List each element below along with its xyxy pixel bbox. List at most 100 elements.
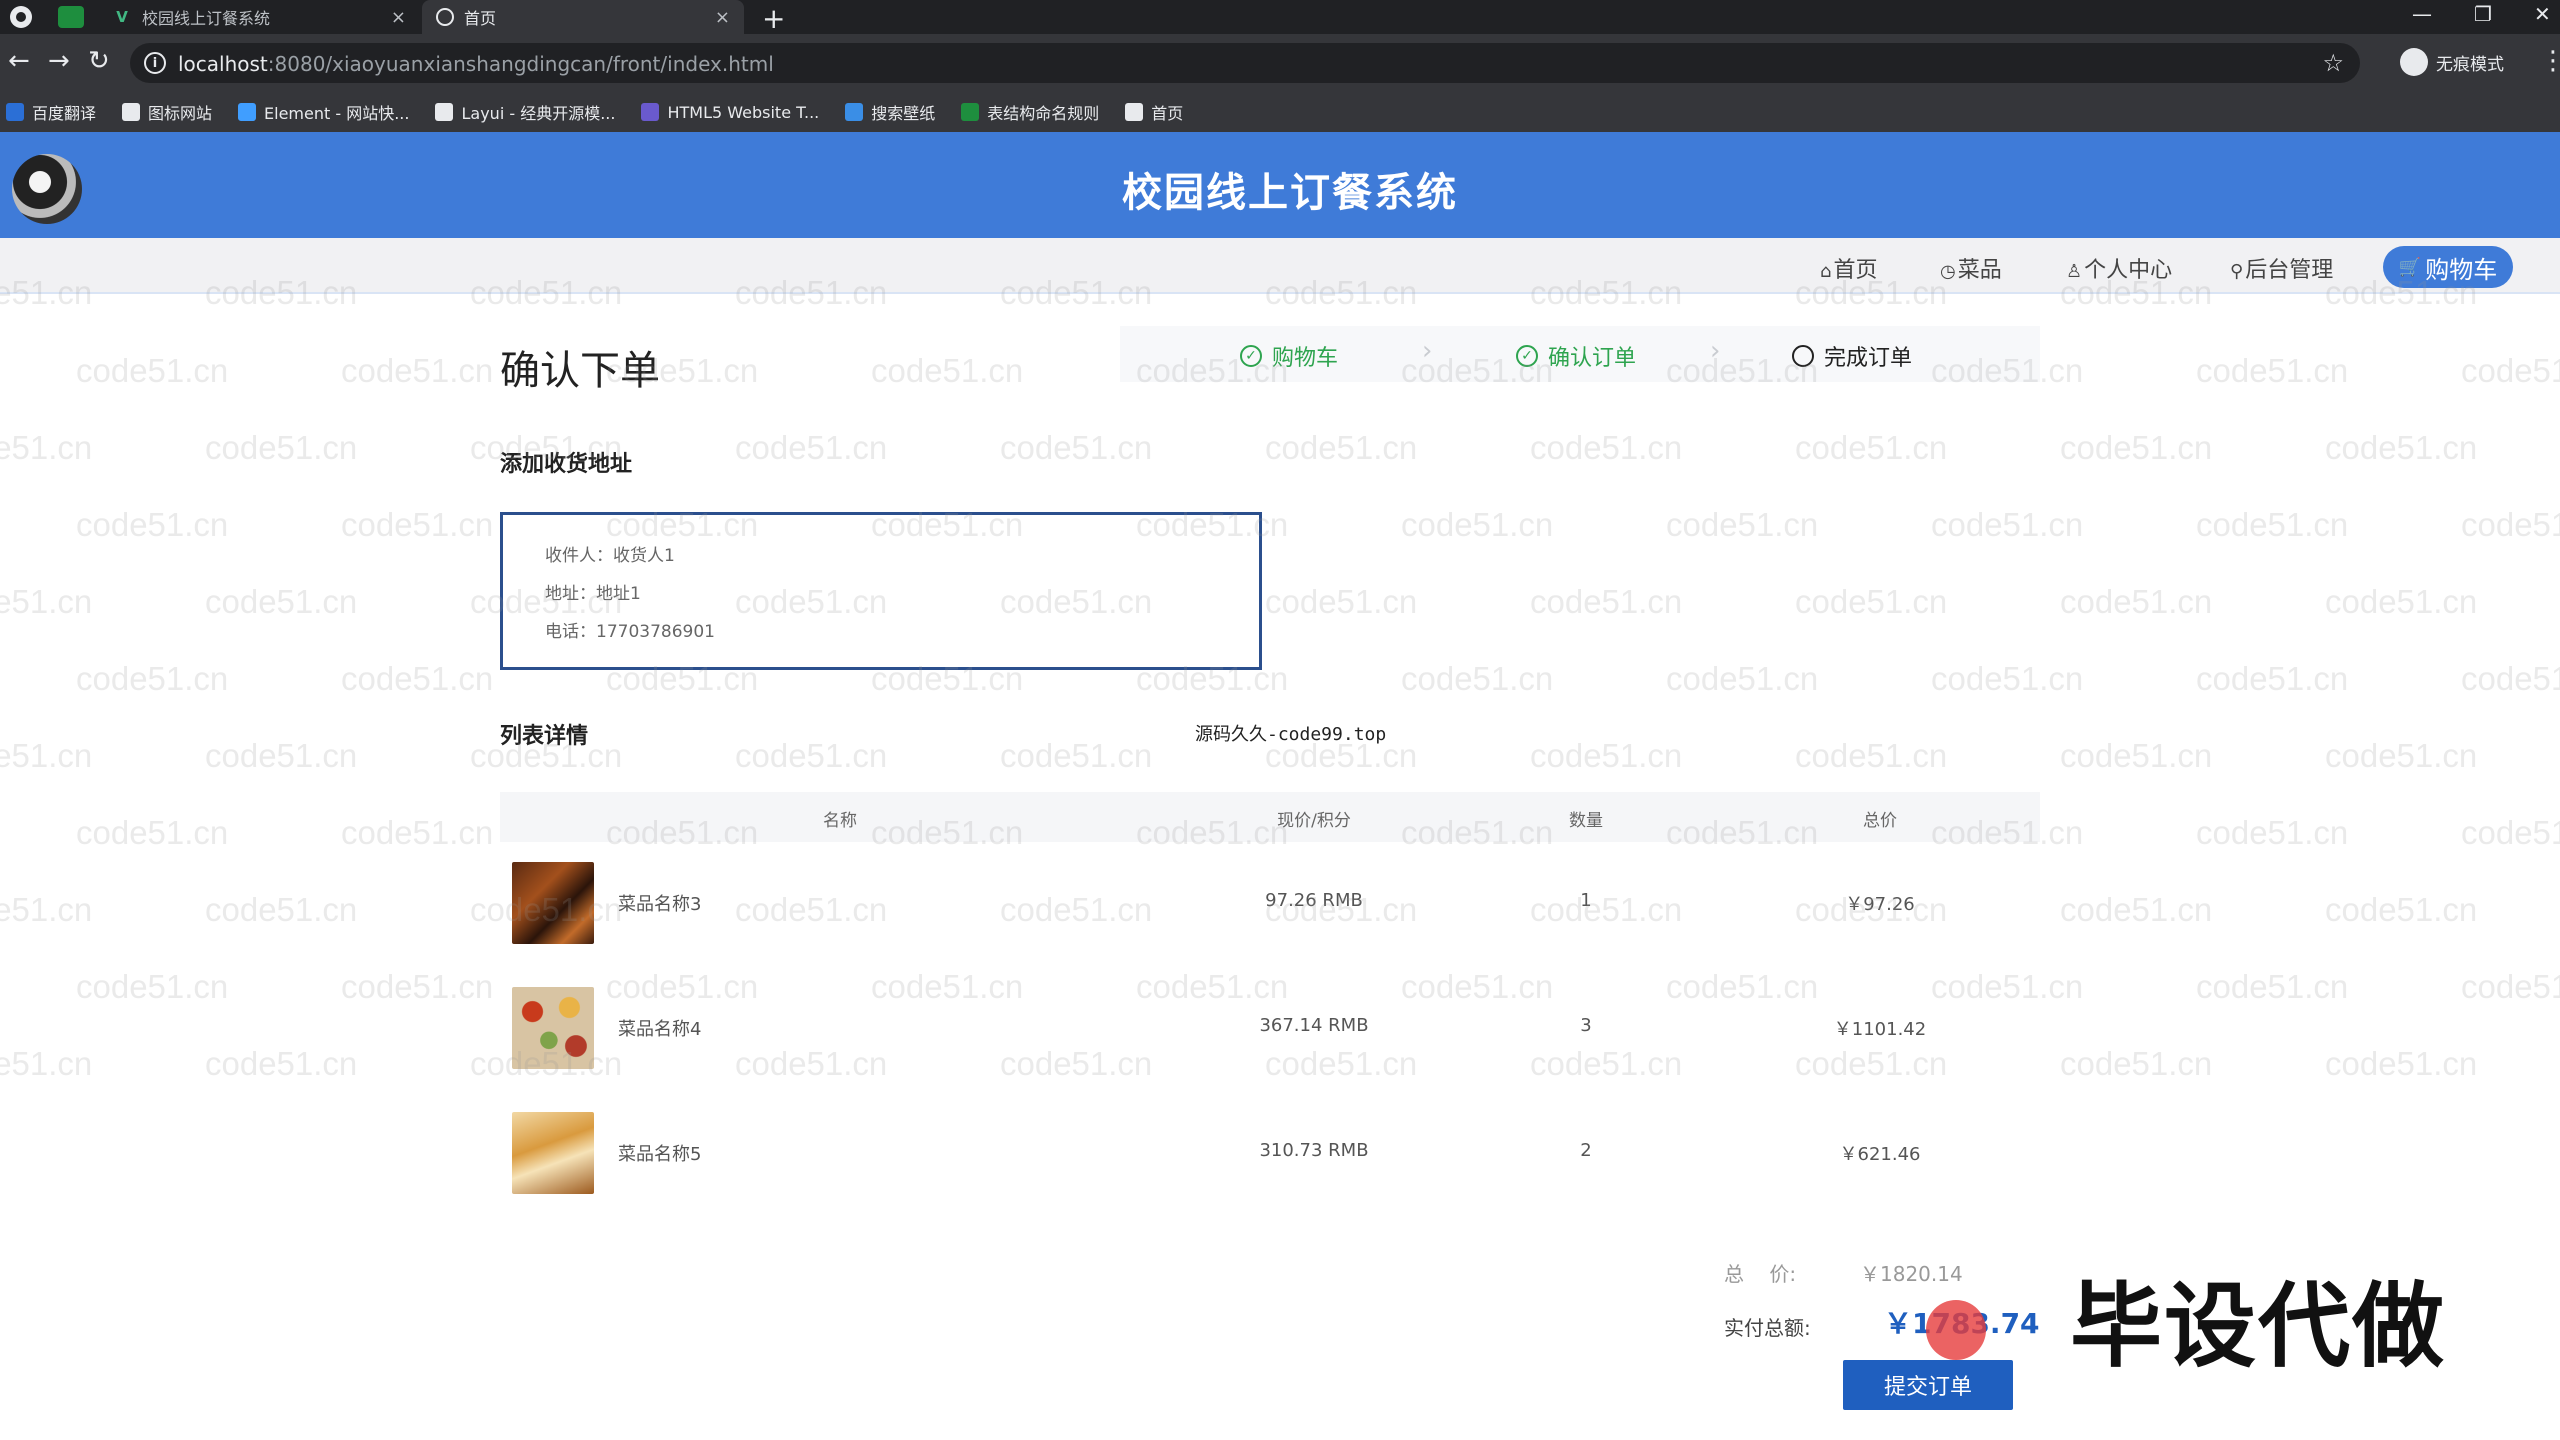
page-title: 确认下单 [500, 348, 660, 394]
site-header: 校园线上订餐系统 [0, 132, 2560, 238]
watermark-text: code51.cn [2060, 1045, 2213, 1082]
watermark-text: code51.cn [76, 968, 229, 1005]
watermark-text: code51.cn [1000, 429, 1153, 466]
cart-icon: 🛒 [2398, 256, 2422, 278]
address-card[interactable]: 收件人：收货人1 地址：地址1 电话：17703786901 [500, 512, 1262, 670]
tab-home[interactable]: 首页 × [422, 0, 744, 34]
watermark-text: code51.cn [2461, 660, 2560, 697]
watermark-text: code51.cn [1265, 583, 1418, 620]
bookmark-item[interactable]: Element - 网站快... [238, 100, 409, 124]
watermark-text: code51.cn [2196, 506, 2349, 543]
order-steps: ✓ 购物车 › ✓ 确认订单 › 完成订单 [1120, 326, 2040, 382]
dish-price: 97.26 RMB [1265, 890, 1363, 911]
dish-image[interactable] [512, 1112, 594, 1194]
site-info-icon[interactable]: i [144, 52, 166, 74]
vue-icon: V [116, 8, 128, 26]
watermark-text: code51.cn [2196, 352, 2349, 389]
watermark-text: code51.cn [76, 660, 229, 697]
watermark-text: code51.cn [2461, 968, 2560, 1005]
nav-dishes[interactable]: ◷菜品 [1940, 252, 2002, 284]
overlay-stamp: 毕设代做 [2070, 1273, 2447, 1380]
incognito-indicator[interactable]: 无痕模式 [2400, 48, 2504, 76]
dish-name: 菜品名称5 [618, 1144, 702, 1165]
bookmark-item[interactable]: HTML5 Website T... [641, 103, 819, 122]
forward-button[interactable]: → [48, 46, 70, 76]
chevron-right-icon: › [1422, 336, 1433, 366]
bookmark-item[interactable]: 首页 [1125, 100, 1183, 124]
submit-order-button[interactable]: 提交订单 [1843, 1360, 2013, 1410]
bookmark-item[interactable]: 搜索壁纸 [845, 100, 935, 124]
reload-button[interactable]: ↻ [88, 46, 110, 76]
cart-label: 购物车 [2425, 255, 2498, 284]
table-header: 名称 现价/积分 数量 总价 [500, 792, 2040, 842]
tab-close-icon[interactable]: × [391, 7, 406, 28]
table-row: 菜品名称3 97.26 RMB 1 ￥97.26 [500, 848, 2040, 958]
bookmark-item[interactable]: Layui - 经典开源模... [435, 100, 615, 124]
page: 校园线上订餐系统 ⌂首页 ◷菜品 ♙个人中心 ⚲后台管理 🛒 购物车 确认下单 … [0, 132, 2560, 1440]
step-confirm-order: ✓ 确认订单 [1516, 340, 1636, 372]
back-button[interactable]: ← [8, 46, 30, 76]
minimize-button[interactable]: — [2412, 2, 2432, 26]
pay-label: 实付总额: [1724, 1316, 1811, 1340]
browser-menu-icon[interactable] [10, 6, 32, 28]
address-phone: 电话：17703786901 [545, 622, 715, 642]
address-receiver: 收件人：收货人1 [545, 546, 675, 566]
column-header: 总价 [1863, 811, 1897, 831]
bookmark-item[interactable]: 表结构命名规则 [961, 100, 1099, 124]
flag-icon [122, 103, 141, 121]
address-heading: 添加收货地址 [500, 452, 633, 477]
bookmark-item[interactable]: 百度翻译 [6, 100, 96, 124]
dish-image[interactable] [512, 862, 594, 944]
watermark-text: code51.cn [205, 1045, 358, 1082]
total-label: 总 价: [1724, 1262, 1797, 1286]
watermark-text: code51.cn [0, 891, 93, 928]
element-icon [238, 103, 257, 121]
mouse-cursor-highlight [1926, 1300, 1986, 1360]
watermark-text: code51.cn [76, 352, 229, 389]
html5-icon [641, 103, 660, 121]
watermark-text: code51.cn [2060, 891, 2213, 928]
url-text: localhost:8080/xiaoyuanxianshangdingcan/… [178, 52, 774, 76]
new-tab-button[interactable]: + [762, 2, 785, 35]
dish-total: ￥97.26 [1845, 894, 1915, 915]
close-window-button[interactable]: ✕ [2534, 2, 2551, 26]
table-row: 菜品名称4 367.14 RMB 3 ￥1101.42 [500, 973, 2040, 1083]
watermark-text: code51.cn [205, 583, 358, 620]
bookmark-item[interactable]: 图标网站 [122, 100, 212, 124]
bookmark-star-icon[interactable]: ☆ [2322, 49, 2344, 77]
browser-menu-button[interactable]: ⋮ [2540, 46, 2560, 76]
nav-personal-center[interactable]: ♙个人中心 [2066, 252, 2172, 284]
table-row: 菜品名称5 310.73 RMB 2 ￥621.46 [500, 1098, 2040, 1208]
total-value: ￥1820.14 [1860, 1262, 1963, 1286]
globe-icon [1125, 103, 1144, 121]
globe-icon [436, 8, 454, 26]
watermark-text: code51.cn [2196, 814, 2349, 851]
watermark-text: code51.cn [2325, 1045, 2478, 1082]
dish-total: ￥621.46 [1839, 1144, 1921, 1165]
bookmark-label: 首页 [1151, 104, 1184, 123]
address-bar: ← → ↻ i localhost:8080/xiaoyuanxianshang… [0, 34, 2560, 92]
dish-price: 367.14 RMB [1259, 1015, 1369, 1036]
bookmark-label: HTML5 Website T... [667, 102, 820, 122]
wallpaper-icon [845, 103, 864, 121]
step-cart: ✓ 购物车 [1240, 340, 1338, 372]
watermark-text: code51.cn [2060, 737, 2213, 774]
browser-tab-bar: V 校园线上订餐系统 × 首页 × + — ❐ ✕ [0, 0, 2560, 35]
tab-close-icon[interactable]: × [715, 7, 730, 28]
url-input[interactable]: i localhost:8080/xiaoyuanxianshangdingca… [130, 43, 2360, 83]
nav-admin[interactable]: ⚲后台管理 [2230, 252, 2333, 284]
user-icon: ♙ [2066, 261, 2083, 282]
dish-icon: ◷ [1940, 261, 1956, 282]
dish-image[interactable] [512, 987, 594, 1069]
nav-home[interactable]: ⌂首页 [1820, 252, 1877, 284]
check-circle-icon: ✓ [1240, 345, 1262, 367]
pinned-tab-icon[interactable] [58, 6, 84, 28]
tab-ordering-system[interactable]: V 校园线上订餐系统 × [98, 0, 420, 34]
restore-button[interactable]: ❐ [2474, 2, 2492, 26]
bookmark-label: 百度翻译 [32, 104, 97, 123]
watermark-text: code51.cn [1931, 660, 2084, 697]
link-icon: ⚲ [2230, 261, 2244, 282]
bookmark-label: 图标网站 [148, 104, 213, 123]
cart-button[interactable]: 🛒 购物车 [2383, 246, 2513, 288]
baidu-translate-icon [6, 103, 24, 121]
